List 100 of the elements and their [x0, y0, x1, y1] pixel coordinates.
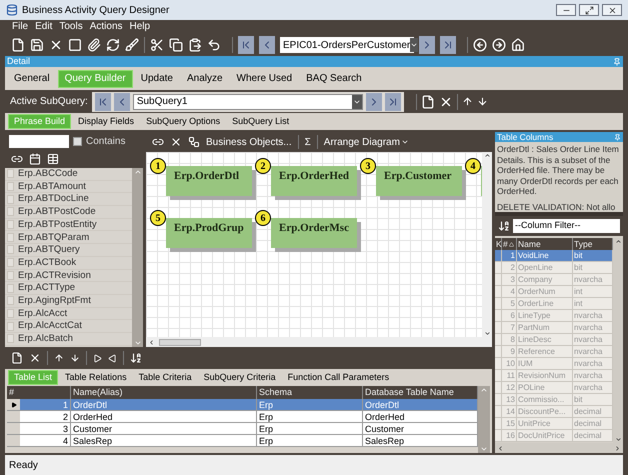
first-subquery-button[interactable]: [94, 92, 111, 110]
menu-item[interactable]: File: [12, 22, 28, 32]
tab[interactable]: Display Fields: [73, 114, 140, 129]
column-row[interactable]: 1 VoidLine bit: [495, 250, 613, 262]
link-icon[interactable]: [152, 136, 164, 148]
scroll-thumb[interactable]: [159, 338, 201, 346]
table-node[interactable]: Erp.Customer: [376, 166, 462, 196]
business-objects-button[interactable]: Business Objects...: [206, 134, 292, 150]
move-down-icon[interactable]: [70, 353, 80, 363]
vertical-scrollbar[interactable]: [482, 152, 492, 337]
table-list-item[interactable]: Erp.AlcBatch: [18, 334, 73, 344]
table-list-item[interactable]: Erp.ACTRevision: [18, 270, 91, 280]
move-up-icon[interactable]: [462, 96, 473, 107]
vertical-scrollbar[interactable]: [478, 386, 490, 453]
left-triangle-icon[interactable]: [108, 354, 117, 362]
vertical-scrollbar[interactable]: [613, 238, 623, 443]
table-node[interactable]: Erp.ProdGrup: [166, 218, 252, 248]
subquery-selector[interactable]: SubQuery1: [132, 94, 363, 110]
delete-icon[interactable]: [170, 136, 182, 148]
table-node[interactable]: Erp.OrderMsc: [271, 218, 357, 248]
tab[interactable]: BAQ Search: [300, 70, 368, 88]
tab[interactable]: Table Relations: [60, 370, 132, 385]
move-down-icon[interactable]: [476, 96, 488, 107]
restore-button[interactable]: [579, 4, 599, 16]
minimize-button[interactable]: [556, 4, 576, 16]
table-node[interactable]: Erp.OrderHed: [271, 166, 357, 196]
table-row[interactable]: 1 OrderDtl Erp OrderDtl: [7, 399, 478, 411]
first-record-button[interactable]: [238, 36, 254, 54]
table-list-item[interactable]: Erp.AlcAcctCat: [18, 321, 82, 331]
save-icon[interactable]: [30, 38, 44, 52]
new-icon[interactable]: [11, 352, 23, 364]
next-subquery-button[interactable]: [366, 92, 382, 110]
next-record-button[interactable]: [419, 36, 435, 54]
tab[interactable]: SubQuery List: [227, 114, 294, 129]
tab[interactable]: General: [8, 70, 56, 88]
last-subquery-button[interactable]: [384, 92, 401, 110]
pin-icon[interactable]: [613, 58, 621, 66]
move-up-icon[interactable]: [54, 353, 64, 363]
refresh-icon[interactable]: [106, 38, 120, 52]
link-icon[interactable]: [11, 153, 23, 165]
table-row[interactable]: 4 SalesRep Erp SalesRep: [7, 435, 478, 447]
table-list-item[interactable]: Erp.ABTQParam: [18, 232, 90, 242]
attach-icon[interactable]: [87, 38, 101, 52]
sort-icon[interactable]: [130, 352, 142, 364]
forward-icon[interactable]: [492, 38, 506, 52]
delete-icon[interactable]: [29, 352, 41, 364]
table-row[interactable]: 3 Customer Erp Customer: [7, 423, 478, 435]
right-triangle-icon[interactable]: [93, 354, 102, 362]
table-row[interactable]: 2 OrderHed Erp OrderHed: [7, 411, 478, 423]
sum-button[interactable]: Σ: [304, 134, 311, 150]
table-list-item[interactable]: Erp.ABTAmount: [18, 182, 86, 192]
vertical-scrollbar[interactable]: [132, 168, 143, 347]
pin-icon[interactable]: [614, 134, 621, 140]
grid-icon[interactable]: [29, 153, 41, 165]
menu-item[interactable]: Help: [130, 22, 150, 32]
paste-icon[interactable]: [188, 38, 202, 52]
contains-checkbox[interactable]: [73, 136, 82, 146]
horizontal-scrollbar[interactable]: [495, 443, 623, 453]
previous-record-button[interactable]: [259, 36, 275, 54]
table-list-item[interactable]: Erp.ACTBook: [18, 258, 76, 268]
table-list-item[interactable]: Erp.AlcAcct: [18, 308, 68, 318]
new-icon[interactable]: [420, 94, 435, 108]
back-icon[interactable]: [473, 38, 487, 52]
home-icon[interactable]: [511, 38, 525, 52]
tab[interactable]: SubQuery Options: [141, 114, 226, 129]
table-list-item[interactable]: Erp.ABCCode: [18, 169, 78, 179]
menu-item[interactable]: Edit: [35, 22, 52, 32]
tab[interactable]: Function Call Parameters: [282, 370, 394, 385]
close-button[interactable]: [602, 4, 622, 16]
tab[interactable]: Analyze: [180, 70, 229, 88]
table-list-item[interactable]: Erp.AgingRptFmt: [18, 296, 91, 306]
restore-icon: [584, 6, 594, 14]
table-node[interactable]: Erp.OrderDtl: [166, 166, 252, 196]
tab[interactable]: Update: [134, 70, 179, 88]
previous-subquery-button[interactable]: [114, 92, 130, 110]
table-list-item[interactable]: Erp.ABTDocLine: [18, 194, 89, 204]
brush-icon[interactable]: [125, 38, 139, 52]
new-icon[interactable]: [11, 38, 25, 52]
diagram-icon[interactable]: [188, 136, 200, 148]
clear-icon[interactable]: [68, 38, 82, 52]
table-list-item[interactable]: Erp.ABTQuery: [18, 245, 80, 255]
arrange-diagram-button[interactable]: Arrange Diagram: [324, 134, 400, 150]
tab[interactable]: SubQuery Criteria: [198, 370, 281, 385]
table-search-field[interactable]: [9, 134, 69, 148]
table-icon[interactable]: [47, 153, 59, 165]
last-record-button[interactable]: [440, 36, 456, 54]
cut-icon[interactable]: [150, 38, 164, 52]
horizontal-scrollbar[interactable]: [146, 337, 492, 347]
menu-item[interactable]: Tools: [59, 22, 83, 32]
table-list-item[interactable]: Erp.ACTType: [18, 283, 76, 293]
column-filter-field[interactable]: --Column Filter--: [513, 219, 620, 233]
undo-icon[interactable]: [207, 38, 221, 52]
delete-icon[interactable]: [49, 38, 63, 52]
tab[interactable]: Where Used: [230, 70, 298, 88]
sort-icon[interactable]: [498, 220, 510, 232]
menu-item[interactable]: Actions: [90, 22, 123, 32]
table-list-item[interactable]: Erp.ABTPostEntity: [18, 220, 97, 230]
copy-icon[interactable]: [169, 38, 183, 52]
table-list-item[interactable]: Erp.ABTPostCode: [18, 207, 96, 217]
tab[interactable]: Table Criteria: [134, 370, 197, 385]
